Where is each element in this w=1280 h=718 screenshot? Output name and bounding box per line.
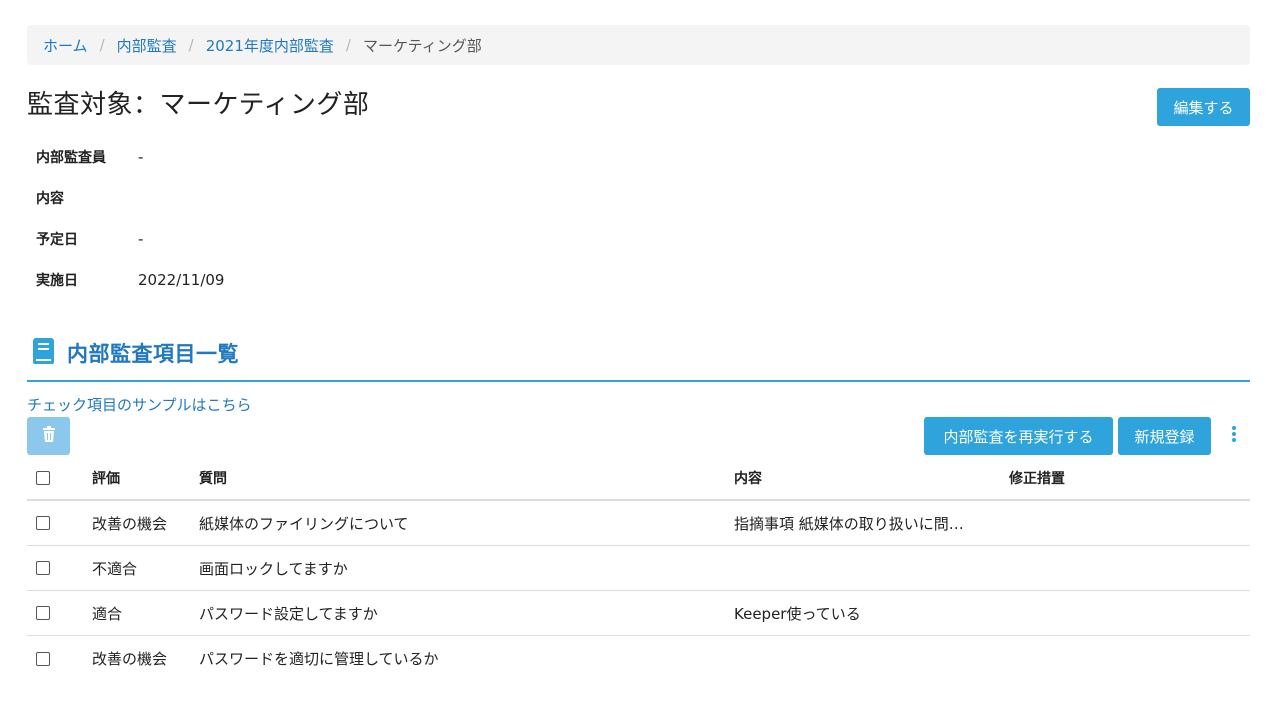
table-row[interactable]: 適合 パスワード設定してますか Keeper使っている: [27, 591, 1250, 636]
breadcrumb-internal-audit-link[interactable]: 内部監査: [117, 35, 177, 56]
vertical-dots-icon: [1231, 425, 1237, 447]
row-checkbox[interactable]: [36, 516, 50, 530]
edit-button[interactable]: 編集する: [1157, 88, 1250, 126]
info-label: 内部監査員: [36, 149, 106, 166]
column-header-question[interactable]: 質問: [199, 456, 227, 499]
breadcrumb-home-link[interactable]: ホーム: [43, 35, 88, 56]
content-cell: 指摘事項 紙媒体の取り扱いに問…: [734, 514, 964, 533]
rerun-audit-button[interactable]: 内部監査を再実行する: [924, 417, 1113, 455]
select-all-checkbox[interactable]: [36, 470, 50, 485]
breadcrumb-current: マーケティング部: [362, 36, 482, 55]
breadcrumb-separator: /: [99, 36, 105, 54]
breadcrumb-separator: /: [345, 36, 351, 54]
breadcrumb-separator: /: [188, 36, 194, 54]
table-row[interactable]: 改善の機会 紙媒体のファイリングについて 指摘事項 紙媒体の取り扱いに問…: [27, 501, 1250, 546]
new-registration-button[interactable]: 新規登録: [1118, 417, 1211, 455]
eval-cell: 適合: [92, 604, 123, 623]
trash-icon: [42, 426, 56, 446]
row-checkbox[interactable]: [36, 606, 50, 620]
info-value: -: [138, 229, 144, 248]
question-cell[interactable]: パスワードを適切に管理しているか: [199, 636, 439, 681]
section-title: 内部監査項目一覧: [67, 342, 239, 366]
question-cell[interactable]: 画面ロックしてますか: [199, 546, 348, 590]
table-row[interactable]: 不適合 画面ロックしてますか: [27, 546, 1250, 591]
section-header: 内部監査項目一覧: [31, 337, 239, 369]
row-checkbox[interactable]: [36, 651, 50, 666]
content-cell: Keeper使っている: [734, 604, 861, 623]
more-options-button[interactable]: [1224, 417, 1244, 455]
audit-target-info: 内部監査員 - 内容 予定日 - 実施日 2022/11/09: [36, 136, 224, 300]
info-label: 内容: [36, 190, 64, 207]
info-row-content: 内容: [36, 177, 224, 218]
column-header-fix[interactable]: 修正措置: [1009, 456, 1065, 499]
info-row-implemented-date: 実施日 2022/11/09: [36, 259, 224, 300]
column-header-eval[interactable]: 評価: [92, 456, 120, 499]
row-checkbox[interactable]: [36, 561, 50, 575]
delete-button[interactable]: [27, 417, 70, 455]
table-row[interactable]: 改善の機会 パスワードを適切に管理しているか: [27, 636, 1250, 681]
eval-cell: 不適合: [92, 559, 138, 578]
eval-cell: 改善の機会: [92, 650, 168, 668]
page-title: 監査対象：マーケティング部: [27, 90, 370, 120]
check-item-sample-link[interactable]: チェック項目のサンプルはこちら: [27, 394, 252, 415]
eval-cell: 改善の機会: [92, 514, 168, 533]
book-icon: [31, 337, 57, 369]
info-row-scheduled-date: 予定日 -: [36, 218, 224, 259]
section-divider: [27, 380, 1250, 382]
audit-items-table: 評価 質問 内容 修正措置 改善の機会 紙媒体のファイリングについて 指摘事項 …: [27, 456, 1250, 681]
breadcrumb-fiscal-year-link[interactable]: 2021年度内部監査: [206, 35, 334, 56]
info-label: 実施日: [36, 272, 78, 289]
info-label: 予定日: [36, 231, 78, 248]
table-header-row: 評価 質問 内容 修正措置: [27, 456, 1250, 501]
info-value: -: [138, 147, 144, 166]
column-header-content[interactable]: 内容: [734, 456, 762, 499]
info-value: 2022/11/09: [138, 270, 225, 289]
question-cell[interactable]: 紙媒体のファイリングについて: [199, 501, 409, 545]
info-row-auditor: 内部監査員 -: [36, 136, 224, 177]
question-cell[interactable]: パスワード設定してますか: [199, 591, 378, 635]
breadcrumb: ホーム / 内部監査 / 2021年度内部監査 / マーケティング部: [27, 25, 1250, 65]
